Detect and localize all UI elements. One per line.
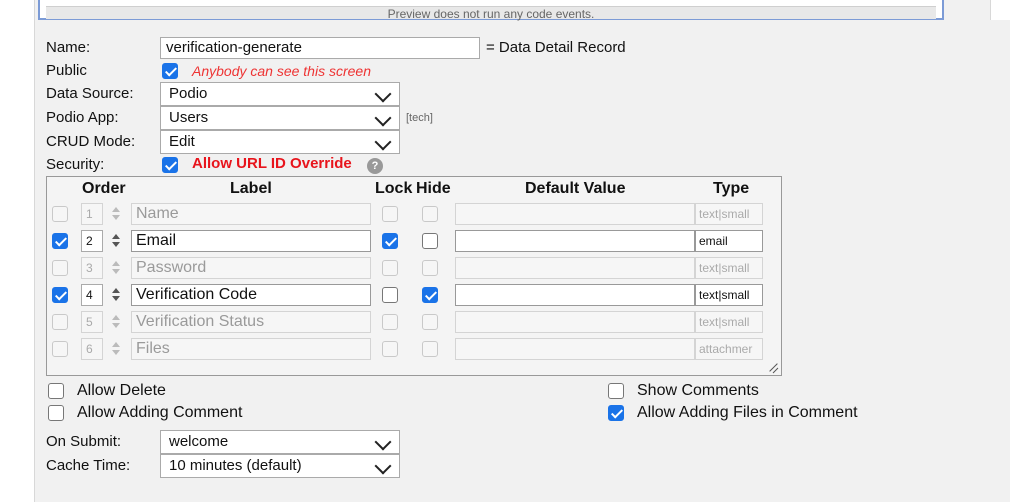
url-id-override-checkbox[interactable]: [162, 157, 178, 173]
url-id-override-label: Allow URL ID Override: [192, 155, 352, 172]
chevron-down-icon: [374, 85, 392, 103]
field-enable-checkbox[interactable]: [52, 314, 68, 330]
allow-adding-files-label: Allow Adding Files in Comment: [637, 404, 858, 421]
show-comments-checkbox[interactable]: [608, 383, 624, 399]
public-hint: Anybody can see this screen: [192, 63, 371, 79]
field-enable-checkbox[interactable]: [52, 233, 68, 249]
public-label: Public: [46, 62, 87, 79]
order-spinner-icon[interactable]: [112, 207, 120, 221]
field-default-input[interactable]: [455, 203, 695, 225]
field-hide-checkbox[interactable]: [422, 314, 438, 330]
chevron-down-icon: [374, 433, 392, 451]
field-order-input[interactable]: 2: [81, 230, 103, 252]
field-type-box: email: [695, 230, 763, 252]
order-spinner-icon[interactable]: [112, 234, 120, 248]
field-order-input[interactable]: 1: [81, 203, 103, 225]
field-type-box: text|small: [695, 284, 763, 306]
field-default-input[interactable]: [455, 311, 695, 333]
cache-time-label: Cache Time:: [46, 457, 131, 474]
podio-app-select[interactable]: Users: [160, 106, 400, 130]
field-hide-checkbox[interactable]: [422, 260, 438, 276]
podio-app-tag: [tech]: [406, 112, 433, 124]
resize-grip-icon[interactable]: [765, 361, 779, 375]
field-type-box: text|small: [695, 203, 763, 225]
field-default-input[interactable]: [455, 338, 695, 360]
allow-adding-files-checkbox[interactable]: [608, 405, 624, 421]
field-default-input[interactable]: [455, 230, 695, 252]
field-lock-checkbox[interactable]: [382, 233, 398, 249]
field-order-input[interactable]: 4: [81, 284, 103, 306]
allow-adding-comment-checkbox[interactable]: [48, 405, 64, 421]
field-label-input[interactable]: Files: [131, 338, 371, 360]
field-label-input[interactable]: Name: [131, 203, 371, 225]
field-type-box: text|small: [695, 311, 763, 333]
order-spinner-icon[interactable]: [112, 342, 120, 356]
field-enable-checkbox[interactable]: [52, 341, 68, 357]
on-submit-select[interactable]: welcome: [160, 430, 400, 454]
fields-table: Order Label Lock Hide Default Value Type…: [46, 176, 782, 376]
field-hide-checkbox[interactable]: [422, 233, 438, 249]
order-header: Order: [82, 180, 126, 197]
show-comments-label: Show Comments: [637, 382, 759, 399]
name-input[interactable]: verification-generate: [160, 37, 480, 59]
allow-delete-label: Allow Delete: [77, 382, 166, 399]
field-order-input[interactable]: 5: [81, 311, 103, 333]
field-type-box: text|small: [695, 257, 763, 279]
chevron-down-icon: [374, 109, 392, 127]
field-hide-checkbox[interactable]: [422, 341, 438, 357]
field-lock-checkbox[interactable]: [382, 287, 398, 303]
help-icon[interactable]: ?: [367, 158, 383, 174]
lock-header: Lock: [375, 180, 413, 197]
hide-header: Hide: [416, 180, 451, 197]
field-order-input[interactable]: 6: [81, 338, 103, 360]
field-default-input[interactable]: [455, 257, 695, 279]
field-lock-checkbox[interactable]: [382, 341, 398, 357]
field-type-box: attachmer: [695, 338, 763, 360]
left-gutter: [0, 0, 35, 502]
data-source-value: Podio: [169, 85, 208, 102]
name-label: Name:: [46, 39, 91, 56]
allow-adding-comment-label: Allow Adding Comment: [77, 404, 243, 421]
order-spinner-icon[interactable]: [112, 261, 120, 275]
field-lock-checkbox[interactable]: [382, 260, 398, 276]
field-enable-checkbox[interactable]: [52, 206, 68, 222]
field-label-input[interactable]: Email: [131, 230, 371, 252]
field-label-input[interactable]: Verification Status: [131, 311, 371, 333]
type-header: Type: [713, 180, 750, 197]
crud-mode-value: Edit: [169, 133, 195, 150]
security-label: Security:: [46, 156, 105, 173]
on-submit-value: welcome: [169, 433, 229, 450]
field-enable-checkbox[interactable]: [52, 287, 68, 303]
field-enable-checkbox[interactable]: [52, 260, 68, 276]
cache-time-select[interactable]: 10 minutes (default): [160, 454, 400, 478]
field-hide-checkbox[interactable]: [422, 206, 438, 222]
field-label-input[interactable]: Verification Code: [131, 284, 371, 306]
label-header: Label: [230, 180, 272, 197]
order-spinner-icon[interactable]: [112, 288, 120, 302]
data-source-label: Data Source:: [46, 85, 134, 102]
field-default-input[interactable]: [455, 284, 695, 306]
field-lock-checkbox[interactable]: [382, 206, 398, 222]
preview-frame: Preview does not run any code events.: [38, 0, 944, 21]
data-source-select[interactable]: Podio: [160, 82, 400, 106]
preview-note: Preview does not run any code events.: [46, 6, 936, 21]
order-spinner-icon[interactable]: [112, 315, 120, 329]
crud-mode-label: CRUD Mode:: [46, 133, 136, 150]
podio-app-value: Users: [169, 109, 209, 126]
cache-time-value: 10 minutes (default): [169, 457, 302, 474]
right-gutter: [990, 0, 1010, 20]
field-lock-checkbox[interactable]: [382, 314, 398, 330]
field-hide-checkbox[interactable]: [422, 287, 438, 303]
chevron-down-icon: [374, 133, 392, 151]
field-order-input[interactable]: 3: [81, 257, 103, 279]
crud-mode-select[interactable]: Edit: [160, 130, 400, 154]
record-type-text: = Data Detail Record: [486, 39, 626, 56]
chevron-down-icon: [374, 457, 392, 475]
on-submit-label: On Submit:: [46, 433, 122, 450]
podio-app-label: Podio App:: [46, 109, 119, 126]
field-label-input[interactable]: Password: [131, 257, 371, 279]
allow-delete-checkbox[interactable]: [48, 383, 64, 399]
default-value-header: Default Value: [525, 180, 626, 197]
public-checkbox[interactable]: [162, 63, 178, 79]
